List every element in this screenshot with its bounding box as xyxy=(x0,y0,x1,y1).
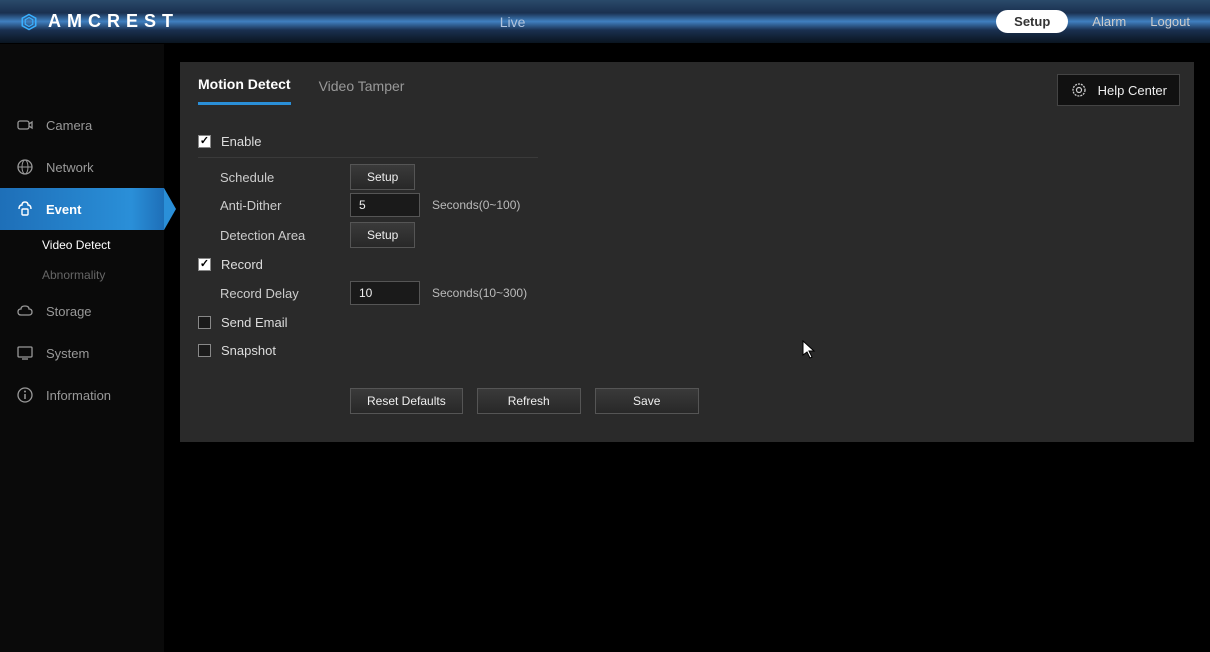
sidebar-subitem-video-detect[interactable]: Video Detect xyxy=(0,230,164,260)
sidebar: Camera Network Event Video Detect Abnorm… xyxy=(0,44,164,652)
sidebar-label-network: Network xyxy=(46,160,94,175)
nav-setup[interactable]: Setup xyxy=(996,10,1068,33)
sidebar-item-event[interactable]: Event xyxy=(0,188,164,230)
header-live-label[interactable]: Live xyxy=(29,14,996,30)
refresh-button[interactable]: Refresh xyxy=(477,388,581,414)
anti-dither-hint: Seconds(0~100) xyxy=(432,198,520,212)
snapshot-label: Snapshot xyxy=(221,343,276,358)
sidebar-label-storage: Storage xyxy=(46,304,92,319)
help-center-icon xyxy=(1070,81,1088,99)
information-icon xyxy=(16,386,34,404)
anti-dither-input[interactable] xyxy=(350,193,420,217)
help-center-label: Help Center xyxy=(1098,83,1167,98)
sidebar-label-information: Information xyxy=(46,388,111,403)
send-email-label: Send Email xyxy=(221,315,287,330)
tabs: Motion Detect Video Tamper xyxy=(198,62,1176,105)
schedule-setup-button[interactable]: Setup xyxy=(350,164,415,190)
reset-defaults-button[interactable]: Reset Defaults xyxy=(350,388,463,414)
event-icon xyxy=(16,200,34,218)
sidebar-subitem-abnormality[interactable]: Abnormality xyxy=(0,260,164,290)
tab-motion-detect[interactable]: Motion Detect xyxy=(198,76,291,105)
record-checkbox[interactable] xyxy=(198,258,211,271)
sidebar-label-camera: Camera xyxy=(46,118,92,133)
camera-icon xyxy=(16,116,34,134)
detection-area-label: Detection Area xyxy=(220,228,350,243)
anti-dither-label: Anti-Dither xyxy=(220,198,350,213)
record-delay-label: Record Delay xyxy=(220,286,350,301)
record-delay-input[interactable] xyxy=(350,281,420,305)
help-center-button[interactable]: Help Center xyxy=(1057,74,1180,106)
enable-checkbox[interactable] xyxy=(198,135,211,148)
sidebar-item-network[interactable]: Network xyxy=(0,146,164,188)
network-icon xyxy=(16,158,34,176)
form: Enable Schedule Setup Anti-Dither Second… xyxy=(198,105,1176,414)
save-button[interactable]: Save xyxy=(595,388,699,414)
sidebar-label-event: Event xyxy=(46,202,81,217)
record-label: Record xyxy=(221,257,263,272)
sidebar-item-storage[interactable]: Storage xyxy=(0,290,164,332)
header-nav: Setup Alarm Logout xyxy=(996,10,1190,33)
sidebar-label-system: System xyxy=(46,346,89,361)
schedule-label: Schedule xyxy=(220,170,350,185)
record-delay-hint: Seconds(10~300) xyxy=(432,286,527,300)
enable-label: Enable xyxy=(221,134,261,149)
content: Motion Detect Video Tamper Help Center E… xyxy=(164,44,1210,652)
snapshot-checkbox[interactable] xyxy=(198,344,211,357)
sidebar-item-information[interactable]: Information xyxy=(0,374,164,416)
detection-area-setup-button[interactable]: Setup xyxy=(350,222,415,248)
nav-logout[interactable]: Logout xyxy=(1150,14,1190,29)
storage-icon xyxy=(16,302,34,320)
sidebar-item-camera[interactable]: Camera xyxy=(0,104,164,146)
tab-video-tamper[interactable]: Video Tamper xyxy=(319,78,405,104)
action-buttons: Reset Defaults Refresh Save xyxy=(350,388,1176,414)
nav-alarm[interactable]: Alarm xyxy=(1092,14,1126,29)
send-email-checkbox[interactable] xyxy=(198,316,211,329)
settings-panel: Motion Detect Video Tamper Help Center E… xyxy=(180,62,1194,442)
system-icon xyxy=(16,344,34,362)
sidebar-item-system[interactable]: System xyxy=(0,332,164,374)
header: AMCREST Live Setup Alarm Logout xyxy=(0,0,1210,44)
